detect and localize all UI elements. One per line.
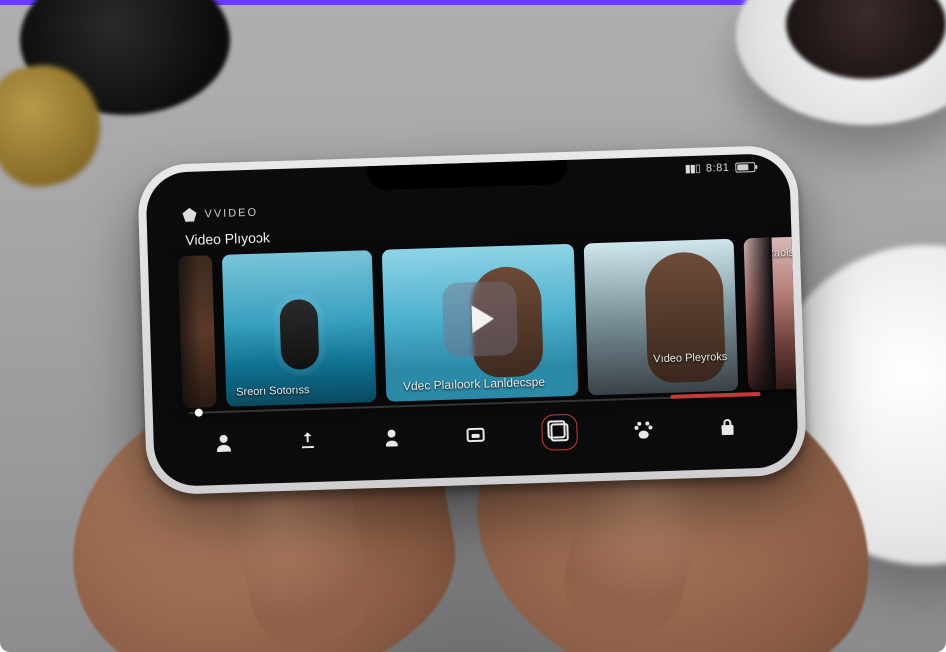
scene: ▮▮▯ 8:81 VVIDEO Video Plıyoɔk Sreorı Sot…: [0, 0, 946, 652]
video-thumb-3[interactable]: Vıdeo Pleyroks: [584, 239, 739, 396]
status-time: 8:81: [706, 161, 730, 174]
thumb-figure: [279, 299, 319, 370]
play-icon: [472, 305, 495, 334]
phone-frame: ▮▮▯ 8:81 VVIDEO Video Plıyoɔk Sreorı Sot…: [137, 145, 807, 496]
nav-privacy[interactable]: [713, 413, 742, 442]
nav-upload[interactable]: [293, 426, 322, 455]
app-brand: VVIDEO: [204, 207, 258, 221]
upload-icon: [297, 430, 318, 451]
prop-bowl-right: [736, 0, 946, 125]
nav-account[interactable]: [377, 423, 406, 452]
nav-discover[interactable]: [629, 415, 658, 444]
nav-profile[interactable]: [209, 428, 238, 457]
person-icon: [213, 433, 234, 454]
phone-screen[interactable]: ▮▮▯ 8:81 VVIDEO Video Plıyoɔk Sreorı Sot…: [145, 153, 799, 487]
signal-icon: ▮▮▯: [685, 162, 701, 175]
status-bar: ▮▮▯ 8:81: [685, 160, 756, 175]
app-logo-icon: [182, 208, 196, 222]
app-header: VVIDEO: [182, 206, 258, 222]
battery-icon: [735, 162, 755, 173]
thumb-label: Vıdeo Pleyroks: [653, 351, 727, 365]
progress-highlight: [670, 392, 760, 399]
collections-icon: [550, 423, 569, 442]
fade-right: [742, 238, 777, 391]
user-icon: [381, 427, 402, 448]
thumb-label: Sreorı Sotorıss: [236, 384, 310, 398]
library-icon: [466, 428, 484, 443]
fade-left: [168, 256, 203, 409]
section-title: Video Plıyoɔk: [185, 229, 270, 248]
progress-handle-icon[interactable]: [195, 409, 203, 417]
phone-notch: [367, 160, 568, 190]
nav-library[interactable]: [461, 421, 490, 450]
bottom-nav: [181, 406, 770, 464]
paw-icon: [633, 419, 654, 440]
play-button[interactable]: [442, 281, 518, 357]
nav-collections[interactable]: [545, 418, 574, 447]
video-thumb-1[interactable]: Sreorı Sotorıss: [222, 250, 377, 407]
lock-icon: [717, 417, 738, 438]
